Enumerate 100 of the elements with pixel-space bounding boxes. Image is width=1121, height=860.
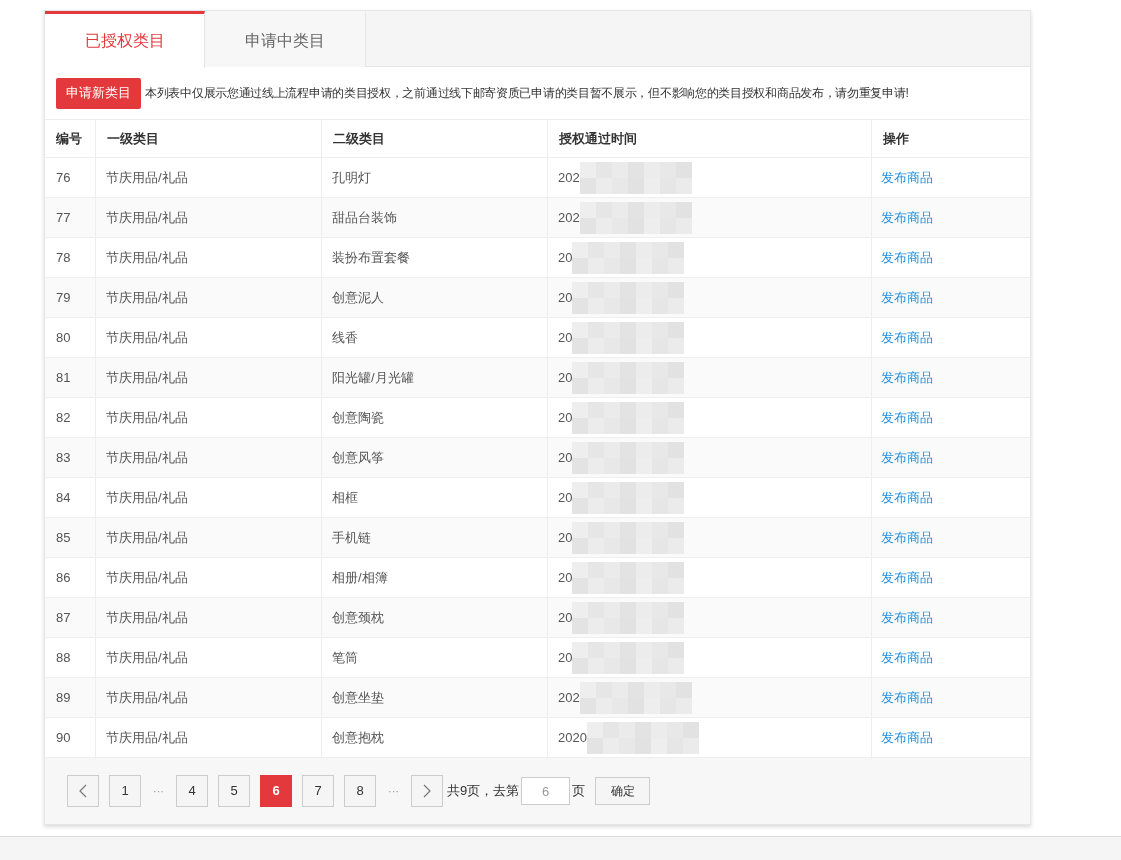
table-cell-text: 2020: [558, 728, 587, 747]
table-cell-text: 20: [558, 288, 573, 307]
page-button[interactable]: 7: [302, 775, 334, 807]
table-cell: 81: [45, 358, 96, 397]
page-button[interactable]: 5: [218, 775, 250, 807]
publish-product-link[interactable]: 发布商品: [881, 407, 933, 428]
table-cell: 节庆用品/礼品: [96, 558, 322, 597]
column-header: 二级类目: [322, 120, 548, 157]
table-cell: 节庆用品/礼品: [96, 198, 322, 237]
table-cell: 阳光罐/月光罐: [322, 358, 548, 397]
publish-product-link[interactable]: 发布商品: [881, 727, 933, 748]
publish-product-link[interactable]: 发布商品: [881, 207, 933, 228]
table-cell: 节庆用品/礼品: [96, 358, 322, 397]
page-input[interactable]: 6: [521, 777, 571, 805]
table-cell: 节庆用品/礼品: [96, 598, 322, 637]
table-cell-text: 20: [558, 568, 573, 587]
publish-product-link[interactable]: 发布商品: [881, 567, 933, 588]
publish-product-link[interactable]: 发布商品: [881, 607, 933, 628]
table-cell: 88: [45, 638, 96, 677]
confirm-button[interactable]: 确定: [595, 777, 651, 805]
table-cell: 装扮布置套餐: [322, 238, 548, 277]
table-cell: 80: [45, 318, 96, 357]
table-cell-text: 202: [558, 168, 580, 187]
column-header: 操作: [882, 129, 910, 148]
publish-product-link[interactable]: 发布商品: [881, 487, 933, 508]
table-cell: 节庆用品/礼品: [96, 478, 322, 517]
table-cell: 节庆用品/礼品: [96, 318, 322, 357]
notice-text: 本列表中仅展示您通过线上流程申请的类目授权，之前通过线下邮寄资质已申请的类目暂不展示，但不影响您的类目授权和商品发布，请勿重复申请!: [145, 85, 909, 102]
publish-product-link[interactable]: 发布商品: [881, 367, 933, 388]
table-cell: 节庆用品/礼品: [96, 438, 322, 477]
page-ellipsis: ···: [387, 783, 400, 799]
table-cell-text: 202: [558, 208, 580, 227]
page-button[interactable]: 8: [344, 775, 376, 807]
table-cell: 85: [45, 518, 96, 557]
table-cell: 相框: [322, 478, 548, 517]
table-cell-text: 20: [558, 368, 573, 387]
table-cell: 90: [45, 718, 96, 757]
table-cell: 82: [45, 398, 96, 437]
table-cell: 创意风筝: [322, 438, 548, 477]
table-cell: 节庆用品/礼品: [96, 678, 322, 717]
table-cell: 76: [45, 158, 96, 197]
publish-product-link[interactable]: 发布商品: [881, 647, 933, 668]
column-header: 授权通过时间: [548, 120, 872, 157]
table-cell: 节庆用品/礼品: [96, 398, 322, 437]
table-cell: 节庆用品/礼品: [96, 238, 322, 277]
publish-product-link[interactable]: 发布商品: [881, 167, 933, 188]
table-cell: 78: [45, 238, 96, 277]
total-pages-text: 共9页，去第: [447, 782, 520, 801]
publish-product-link[interactable]: 发布商品: [881, 447, 933, 468]
table-cell: 创意颈枕: [322, 598, 548, 637]
table-cell-text: 20: [558, 488, 573, 507]
chevron-right-icon: [423, 784, 431, 798]
table-cell: 线香: [322, 318, 548, 357]
publish-product-link[interactable]: 发布商品: [881, 287, 933, 308]
table-cell: 节庆用品/礼品: [96, 158, 322, 197]
table-cell: 79: [45, 278, 96, 317]
table-cell: 相册/相簿: [322, 558, 548, 597]
table-cell-text: 202: [558, 688, 580, 707]
table-cell-text: 20: [558, 448, 573, 467]
tab[interactable]: 已授权类目: [45, 11, 205, 68]
publish-product-link[interactable]: 发布商品: [881, 247, 933, 268]
column-header: 一级类目: [96, 120, 322, 157]
page-button[interactable]: 4: [176, 775, 208, 807]
table-cell: 创意抱枕: [322, 718, 548, 757]
next-page-button[interactable]: [411, 775, 443, 807]
publish-product-link[interactable]: 发布商品: [881, 687, 933, 708]
table-cell: 节庆用品/礼品: [96, 278, 322, 317]
chevron-left-icon: [79, 784, 87, 798]
table-cell: 86: [45, 558, 96, 597]
previous-page-button[interactable]: [67, 775, 99, 807]
tab[interactable]: 申请中类目: [205, 11, 366, 67]
table-cell-text: 20: [558, 608, 573, 627]
page-button[interactable]: 6: [260, 775, 292, 807]
table-cell: 77: [45, 198, 96, 237]
table-cell: 创意坐垫: [322, 678, 548, 717]
table-cell-text: 20: [558, 648, 573, 667]
table-cell: 84: [45, 478, 96, 517]
publish-product-link[interactable]: 发布商品: [881, 327, 933, 348]
table-cell: 笔筒: [322, 638, 548, 677]
table-cell-text: 20: [558, 408, 573, 427]
page-button[interactable]: 1: [109, 775, 141, 807]
page-ellipsis: ···: [152, 783, 165, 799]
table-cell-text: 20: [558, 328, 573, 347]
table-cell: 节庆用品/礼品: [96, 518, 322, 557]
table-cell: 甜品台装饰: [322, 198, 548, 237]
table-cell: 手机链: [322, 518, 548, 557]
table-cell: 节庆用品/礼品: [96, 718, 322, 757]
column-header: 编号: [45, 120, 96, 157]
table-cell: 83: [45, 438, 96, 477]
publish-product-link[interactable]: 发布商品: [881, 527, 933, 548]
page-suffix-text: 页: [572, 782, 586, 801]
table-cell: 孔明灯: [322, 158, 548, 197]
table-cell: 创意陶瓷: [322, 398, 548, 437]
table-cell-text: 20: [558, 528, 573, 547]
apply-new-category-button[interactable]: 申请新类目: [56, 77, 141, 109]
table-cell: 87: [45, 598, 96, 637]
table-cell: 89: [45, 678, 96, 717]
table-cell: 创意泥人: [322, 278, 548, 317]
table-cell-text: 20: [558, 248, 573, 267]
table-cell: 节庆用品/礼品: [96, 638, 322, 677]
